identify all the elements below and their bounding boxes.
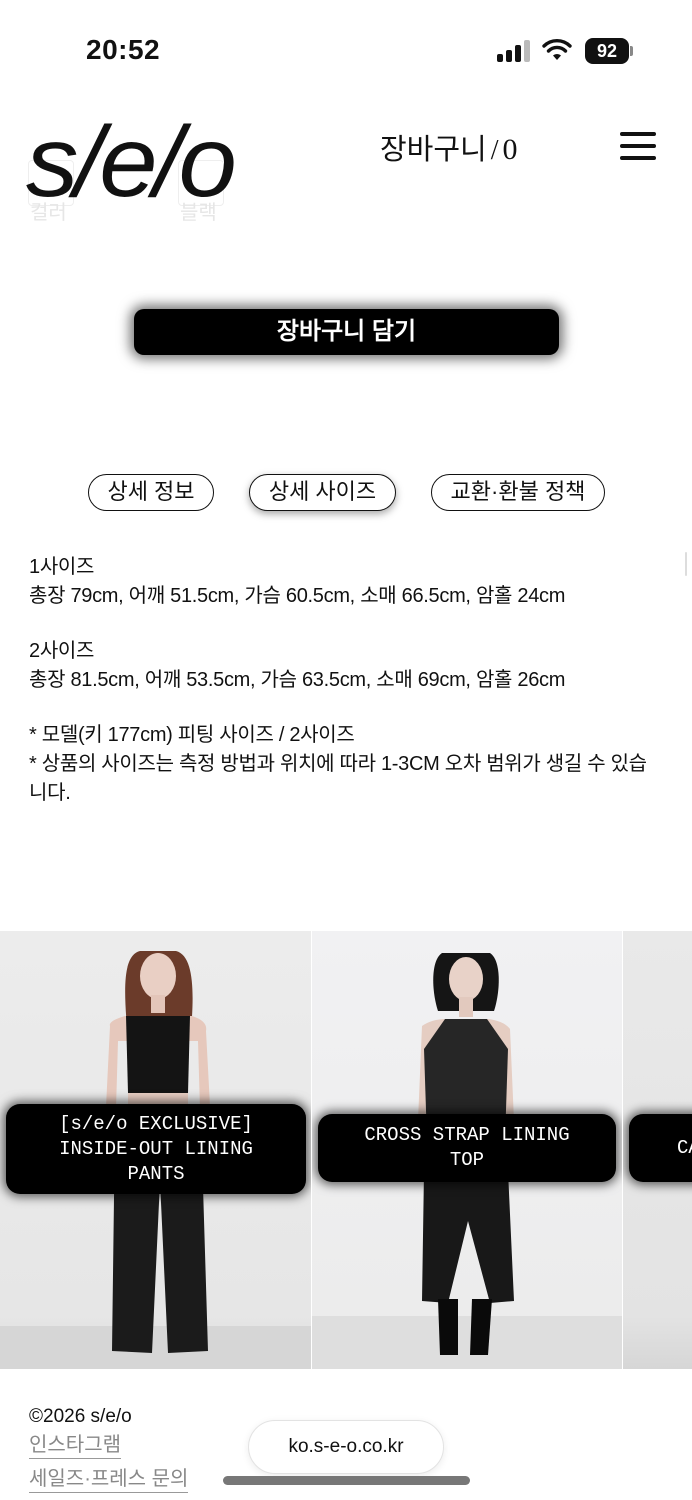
size1-title: 1사이즈 [29,556,95,578]
browser-url-bar[interactable]: ko.s-e-o.co.kr [248,1420,444,1474]
size-tolerance-note: * 상품의 사이즈는 측정 방법과 위치에 따라 1-3CM 오차 범위가 생길… [29,753,647,804]
product-card[interactable]: [s/e/o EXCLUSIVE] INSIDE-OUT LINING PANT… [0,931,311,1369]
battery-icon: 92 [585,38,629,64]
wifi-icon [542,39,572,60]
cart-link[interactable]: 장바구니/0 [380,126,518,168]
cart-count: 0 [502,133,518,166]
status-time: 20:52 [86,34,161,65]
site-logo[interactable]: s/e/o [26,112,237,212]
home-indicator[interactable] [223,1476,470,1485]
scroll-indicator [685,552,687,576]
cellular-signal-icon [497,40,531,62]
hamburger-menu-icon[interactable] [620,132,656,160]
status-bar: 20:52 92 [0,0,692,104]
product-card[interactable]: CROSS STRAP LINING TOP [312,931,622,1369]
sales-press-inquiry-link[interactable]: 세일즈·프레스 문의 [29,1466,189,1493]
product-label[interactable]: CA [629,1114,692,1182]
tab-exchange-refund[interactable]: 교환·환불 정책 [431,474,605,511]
tab-detail-info[interactable]: 상세 정보 [88,474,214,511]
model-fit-note: * 모델(키 177cm) 피팅 사이즈 / 2사이즈 [29,724,355,746]
cart-label: 장바구니 [380,134,487,166]
size1-detail: 총장 79cm, 어깨 51.5cm, 가슴 60.5cm, 소매 66.5cm… [29,585,566,607]
battery-tip [630,46,633,56]
instagram-link[interactable]: 인스타그램 [29,1432,121,1459]
cart-separator: / [490,135,499,166]
product-card[interactable]: CA [623,931,692,1369]
copyright-text: ©2026 s/e/o [29,1406,132,1427]
product-label[interactable]: [s/e/o EXCLUSIVE] INSIDE-OUT LINING PANT… [6,1104,306,1194]
related-products-carousel[interactable]: [s/e/o EXCLUSIVE] INSIDE-OUT LINING PANT… [0,931,692,1369]
tab-detail-size[interactable]: 상세 사이즈 [249,474,396,511]
size2-detail: 총장 81.5cm, 어깨 53.5cm, 가슴 63.5cm, 소매 69cm… [29,669,566,691]
size2-title: 2사이즈 [29,640,95,662]
add-to-cart-button[interactable]: 장바구니 담기 [134,309,559,355]
product-label[interactable]: CROSS STRAP LINING TOP [318,1114,616,1182]
